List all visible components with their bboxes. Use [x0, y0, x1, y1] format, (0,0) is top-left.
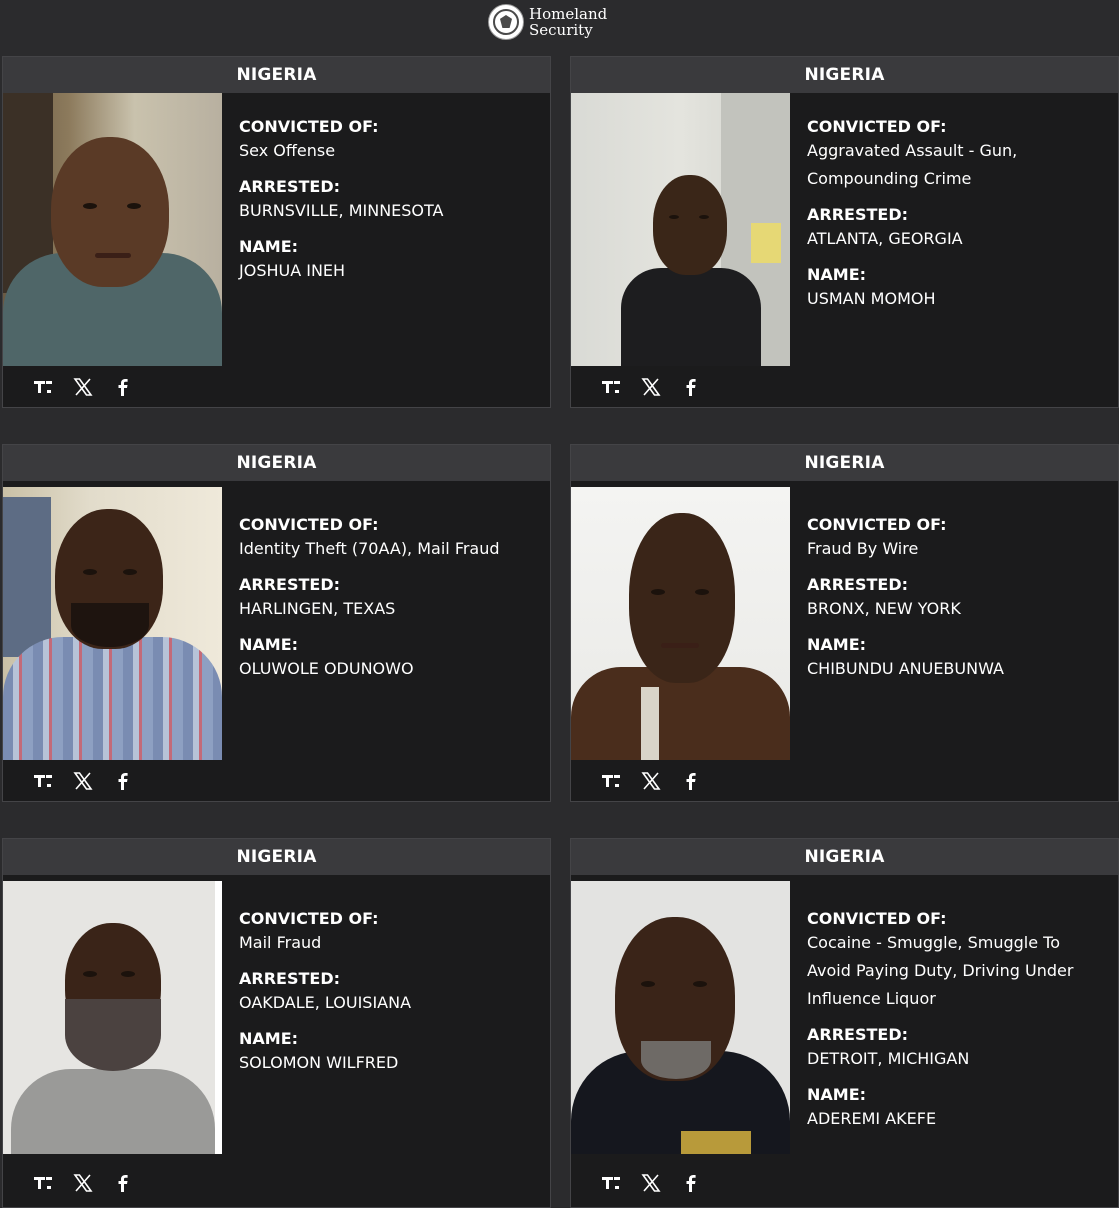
truth-social-icon[interactable] — [33, 1173, 53, 1193]
mugshot-photo — [3, 881, 222, 1154]
profile-details: CONVICTED OF: Cocaine - Smuggle, Smuggle… — [807, 909, 1107, 1145]
truth-social-icon[interactable] — [601, 377, 621, 397]
facebook-icon[interactable] — [113, 771, 133, 791]
convicted-label: CONVICTED OF: — [807, 909, 947, 928]
name-label: NAME: — [239, 635, 299, 654]
logo-line-1: Homeland — [529, 5, 608, 23]
arrested-label: ARRESTED: — [239, 575, 340, 594]
profile-card: NIGERIA CONVICTED OF: Mail Fraud ARRESTE… — [2, 838, 551, 1208]
card-country: NIGERIA — [571, 839, 1118, 875]
site-header: Homeland Security — [0, 0, 1119, 55]
convicted-value: Sex Offense — [239, 141, 336, 160]
x-icon[interactable] — [641, 771, 661, 791]
share-bar — [33, 1173, 133, 1193]
logo-line-2: Security — [529, 21, 593, 39]
share-bar — [33, 377, 133, 397]
mugshot-photo — [571, 93, 790, 366]
name-value: USMAN MOMOH — [807, 289, 936, 308]
card-country: NIGERIA — [3, 839, 550, 875]
convicted-label: CONVICTED OF: — [807, 117, 947, 136]
profile-details: CONVICTED OF: Sex Offense ARRESTED: BURN… — [239, 117, 539, 297]
name-label: NAME: — [239, 1029, 299, 1048]
name-value: OLUWOLE ODUNOWO — [239, 659, 414, 678]
arrested-value: BURNSVILLE, MINNESOTA — [239, 201, 444, 220]
homeland-security-logo[interactable]: Homeland Security — [488, 4, 607, 40]
mugshot-photo — [3, 93, 222, 366]
convicted-value: Aggravated Assault - Gun, Compounding Cr… — [807, 141, 1018, 188]
mugshot-photo — [3, 487, 222, 760]
arrested-label: ARRESTED: — [807, 205, 908, 224]
truth-social-icon[interactable] — [33, 771, 53, 791]
facebook-icon[interactable] — [681, 771, 701, 791]
arrested-value: OAKDALE, LOUISIANA — [239, 993, 412, 1012]
share-bar — [33, 771, 133, 791]
arrested-value: ATLANTA, GEORGIA — [807, 229, 963, 248]
name-label: NAME: — [807, 265, 867, 284]
profile-card: NIGERIA CONVICTED OF: Fraud By Wire ARRE… — [570, 444, 1119, 802]
mugshot-photo — [571, 881, 790, 1154]
arrested-label: ARRESTED: — [807, 1025, 908, 1044]
name-label: NAME: — [807, 1085, 867, 1104]
arrested-label: ARRESTED: — [239, 177, 340, 196]
card-country: NIGERIA — [571, 57, 1118, 93]
arrested-label: ARRESTED: — [239, 969, 340, 988]
profile-details: CONVICTED OF: Mail Fraud ARRESTED: OAKDA… — [239, 909, 539, 1089]
facebook-icon[interactable] — [681, 1173, 701, 1193]
profile-card: NIGERIA CONVICTED OF: Sex Offense ARREST… — [2, 56, 551, 408]
profile-card: NIGERIA CONVICTED OF: Identity Theft (70… — [2, 444, 551, 802]
x-icon[interactable] — [73, 771, 93, 791]
convicted-value: Mail Fraud — [239, 933, 322, 952]
x-icon[interactable] — [73, 1173, 93, 1193]
facebook-icon[interactable] — [113, 377, 133, 397]
name-label: NAME: — [807, 635, 867, 654]
truth-social-icon[interactable] — [601, 1173, 621, 1193]
arrested-label: ARRESTED: — [807, 575, 908, 594]
name-label: NAME: — [239, 237, 299, 256]
card-country: NIGERIA — [571, 445, 1118, 481]
name-value: JOSHUA INEH — [239, 261, 346, 280]
logo-wordmark: Homeland Security — [529, 6, 607, 38]
name-value: SOLOMON WILFRED — [239, 1053, 399, 1072]
name-value: CHIBUNDU ANUEBUNWA — [807, 659, 1004, 678]
profile-details: CONVICTED OF: Aggravated Assault - Gun, … — [807, 117, 1107, 325]
convicted-label: CONVICTED OF: — [239, 515, 379, 534]
facebook-icon[interactable] — [113, 1173, 133, 1193]
convicted-value: Identity Theft (70AA), Mail Fraud — [239, 539, 500, 558]
x-icon[interactable] — [73, 377, 93, 397]
dhs-seal-icon — [488, 4, 524, 40]
arrested-value: BRONX, NEW YORK — [807, 599, 961, 618]
x-icon[interactable] — [641, 377, 661, 397]
truth-social-icon[interactable] — [33, 377, 53, 397]
profile-details: CONVICTED OF: Identity Theft (70AA), Mai… — [239, 515, 539, 695]
truth-social-icon[interactable] — [601, 771, 621, 791]
convicted-label: CONVICTED OF: — [807, 515, 947, 534]
mugshot-photo — [571, 487, 790, 760]
name-value: ADEREMI AKEFE — [807, 1109, 937, 1128]
convicted-value: Fraud By Wire — [807, 539, 919, 558]
card-country: NIGERIA — [3, 445, 550, 481]
arrested-value: HARLINGEN, TEXAS — [239, 599, 396, 618]
profile-details: CONVICTED OF: Fraud By Wire ARRESTED: BR… — [807, 515, 1107, 695]
share-bar — [601, 771, 701, 791]
convicted-label: CONVICTED OF: — [239, 117, 379, 136]
convicted-value: Cocaine - Smuggle, Smuggle To Avoid Payi… — [807, 933, 1074, 1008]
x-icon[interactable] — [641, 1173, 661, 1193]
share-bar — [601, 1173, 701, 1193]
convicted-label: CONVICTED OF: — [239, 909, 379, 928]
profile-card: NIGERIA CONVICTED OF: Cocaine - Smuggle,… — [570, 838, 1119, 1208]
profile-card: NIGERIA CONVICTED OF: Aggravated Assault… — [570, 56, 1119, 408]
card-country: NIGERIA — [3, 57, 550, 93]
arrested-value: DETROIT, MICHIGAN — [807, 1049, 970, 1068]
facebook-icon[interactable] — [681, 377, 701, 397]
share-bar — [601, 377, 701, 397]
